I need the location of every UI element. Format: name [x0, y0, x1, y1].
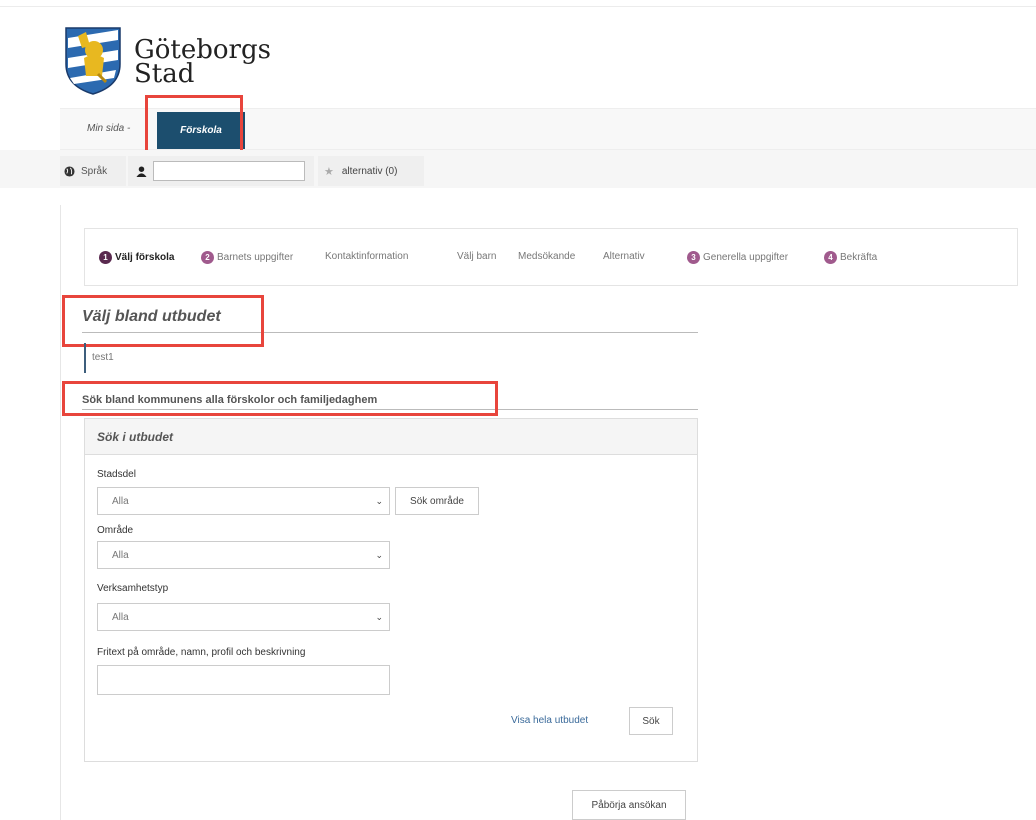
user-field-group [128, 156, 314, 186]
step-valj-barn[interactable]: Välj barn [457, 251, 496, 262]
fritext-label: Fritext på område, namn, profil och besk… [97, 647, 306, 658]
omrade-label: Område [97, 525, 134, 536]
content-left-border [60, 205, 61, 820]
user-input[interactable] [153, 161, 305, 181]
step-medsokande[interactable]: Medsökande [518, 251, 575, 262]
stadsdel-value: Alla [112, 495, 129, 507]
step-number-badge: 2 [201, 251, 214, 264]
step-label: Välj barn [457, 251, 497, 262]
stadsdel-label: Stadsdel [97, 469, 136, 480]
chevron-down-icon: ⌄ [375, 611, 383, 622]
star-icon: ★ [324, 165, 334, 178]
step-valj-forskola[interactable]: 1 Välj förskola [99, 251, 174, 264]
sok-button[interactable]: Sök [629, 707, 673, 735]
search-panel: Sök i utbudet Stadsdel Alla ⌄ Sök område… [84, 418, 698, 762]
step-label: Barnets uppgifter [217, 252, 294, 263]
heading-divider [82, 332, 698, 333]
coat-of-arms-icon [65, 27, 121, 95]
verksamhetstyp-select[interactable]: Alla ⌄ [97, 603, 390, 631]
start-application-button[interactable]: Påbörja ansökan [572, 790, 686, 820]
search-panel-title: Sök i utbudet [97, 430, 173, 444]
step-label: Bekräfta [840, 252, 878, 263]
section-heading: Sök bland kommunens alla förskolor och f… [82, 394, 378, 406]
alternatives-label: alternativ (0) [341, 165, 398, 177]
step-kontaktinformation[interactable]: Kontaktinformation [325, 251, 408, 262]
brand-logo[interactable]: Göteborgs Stad [62, 24, 271, 96]
verksamhetstyp-label: Verksamhetstyp [97, 583, 169, 594]
visa-hela-utbudet-link[interactable]: Visa hela utbudet [511, 715, 588, 726]
language-button[interactable]: Språk [60, 156, 126, 186]
step-alternativ[interactable]: Alternativ [603, 251, 645, 262]
step-number-badge: 4 [824, 251, 837, 264]
language-label: Språk [81, 165, 108, 177]
omrade-value: Alla [112, 549, 129, 561]
step-number-badge: 1 [99, 251, 112, 264]
progress-steps: 1 Välj förskola 2 Barnets uppgifter Kont… [84, 228, 1018, 286]
step-bekrafta[interactable]: 4 Bekräfta [824, 251, 877, 264]
chevron-down-icon: ⌄ [375, 495, 383, 506]
step-generella-uppgifter[interactable]: 3 Generella uppgifter [687, 251, 788, 264]
sok-omrade-button[interactable]: Sök område [395, 487, 479, 515]
page-title: Välj bland utbudet [82, 308, 221, 325]
top-divider [0, 6, 1036, 7]
stadsdel-select[interactable]: Alla ⌄ [97, 487, 390, 515]
verksamhetstyp-value: Alla [112, 611, 129, 623]
nav-min-sida[interactable]: Min sida - [87, 123, 130, 134]
chevron-down-icon: ⌄ [375, 549, 383, 560]
search-panel-header: Sök i utbudet [85, 419, 697, 455]
user-icon [136, 165, 147, 177]
info-accent-bar [84, 343, 86, 373]
main-navbar: Min sida - Förskola [60, 108, 1036, 150]
nav-tab-forskola[interactable]: Förskola [157, 112, 245, 149]
fritext-input[interactable] [97, 665, 390, 695]
info-text: test1 [92, 352, 114, 363]
omrade-select[interactable]: Alla ⌄ [97, 541, 390, 569]
step-label: Generella uppgifter [703, 252, 789, 263]
step-label: Kontaktinformation [325, 251, 409, 262]
step-barnets-uppgifter[interactable]: 2 Barnets uppgifter [201, 251, 293, 264]
step-label: Medsökande [518, 251, 576, 262]
globe-icon [64, 165, 75, 177]
section-divider [82, 409, 698, 410]
step-label: Välj förskola [115, 252, 175, 263]
step-label: Alternativ [603, 251, 645, 262]
brand-name-line2: Stad [134, 59, 195, 89]
step-number-badge: 3 [687, 251, 700, 264]
alternatives-button[interactable]: ★ alternativ (0) [318, 156, 424, 186]
